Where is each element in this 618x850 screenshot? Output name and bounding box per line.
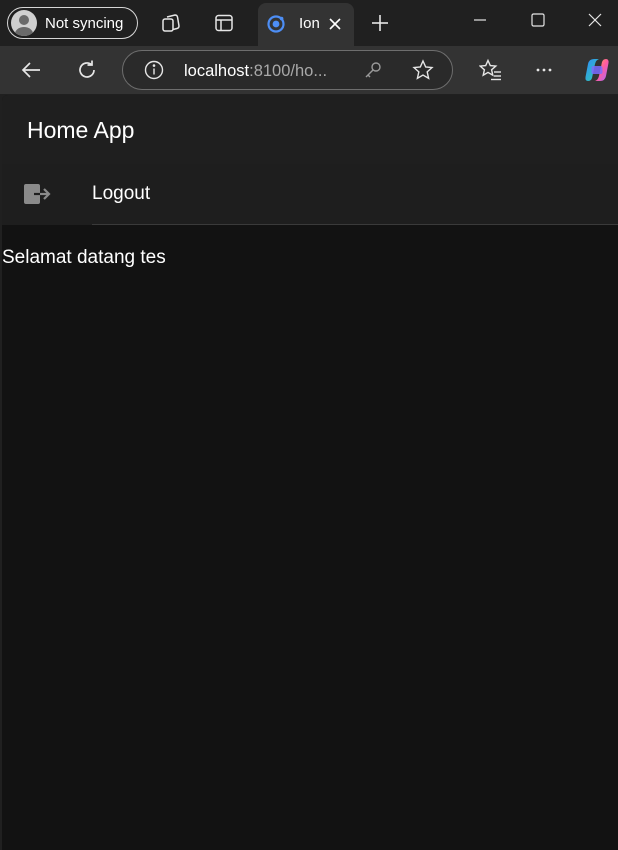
app-page: Home App Logout Selamat datang tes — [2, 95, 618, 850]
site-info-icon[interactable] — [143, 59, 165, 81]
divider — [92, 224, 618, 225]
profile-label: Not syncing — [45, 14, 124, 32]
copilot-icon[interactable] — [583, 56, 611, 84]
key-icon[interactable] — [363, 60, 383, 80]
welcome-text: Selamat datang tes — [2, 247, 166, 268]
logout-item[interactable]: Logout — [2, 164, 618, 225]
avatar — [11, 10, 37, 36]
address-bar[interactable]: localhost:8100/ho... — [122, 50, 453, 90]
new-tab-icon[interactable] — [370, 13, 390, 33]
logout-label: Logout — [92, 183, 151, 204]
close-window-icon[interactable] — [587, 12, 603, 28]
app-toolbar: Home App — [2, 95, 618, 164]
tab-actions-icon[interactable] — [214, 13, 234, 33]
favorite-star-icon[interactable] — [412, 59, 434, 81]
workspaces-icon[interactable] — [160, 12, 182, 34]
maximize-icon[interactable] — [530, 12, 546, 28]
url-text: localhost:8100/ho... — [184, 62, 327, 81]
browser-tab-active[interactable]: Ion — [258, 3, 354, 46]
page-title: Home App — [27, 117, 135, 143]
browser-toolbar: localhost:8100/ho... — [0, 46, 618, 94]
close-tab-icon[interactable] — [328, 17, 342, 36]
url-host: localhost — [184, 62, 250, 80]
favorites-icon[interactable] — [479, 58, 503, 82]
tab-title: Ion — [299, 15, 320, 32]
logout-icon — [23, 183, 53, 210]
minimize-icon[interactable] — [472, 12, 488, 28]
browser-tab-strip: Not syncing Ion — [0, 0, 618, 46]
profile-button[interactable]: Not syncing — [7, 7, 138, 39]
refresh-icon[interactable] — [76, 59, 98, 81]
ionic-favicon-icon — [266, 14, 286, 39]
more-options-icon[interactable] — [534, 60, 554, 80]
url-path: :8100/ho... — [249, 62, 328, 80]
back-icon[interactable] — [20, 59, 42, 81]
